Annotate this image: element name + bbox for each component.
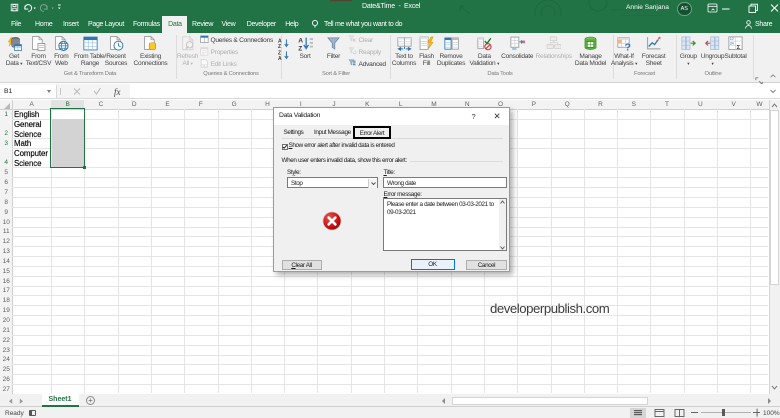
svg-text:?: ? — [624, 42, 630, 51]
svg-text:Z: Z — [278, 44, 281, 49]
svg-text:A: A — [298, 38, 303, 45]
svg-text:Z: Z — [298, 45, 302, 51]
svg-text:fx: fx — [114, 87, 121, 97]
svg-text:A: A — [278, 56, 282, 61]
